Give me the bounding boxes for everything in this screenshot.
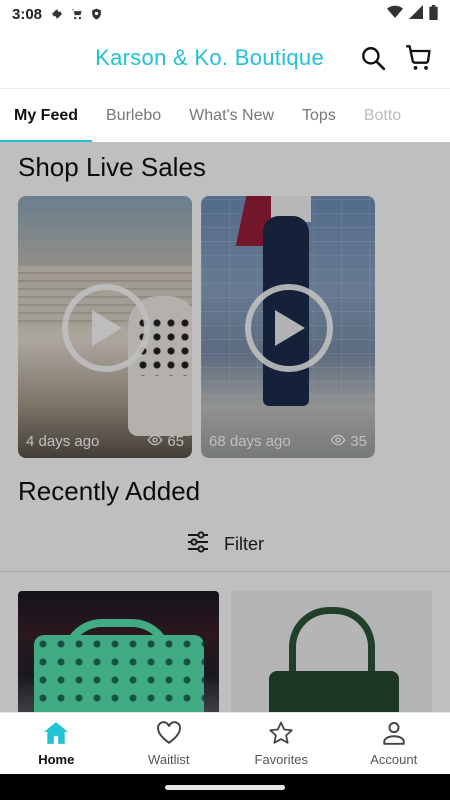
live-video-card[interactable]: 68 days ago 35: [201, 196, 375, 458]
signal-icon: [409, 5, 423, 23]
cart-icon: [70, 7, 84, 21]
heart-icon: [156, 720, 182, 748]
product-card[interactable]: [18, 591, 219, 712]
eye-icon: [330, 433, 346, 450]
status-bar: 3:08: [0, 0, 450, 28]
filter-button[interactable]: Filter: [0, 518, 450, 572]
category-tabs: My Feed Burlebo What's New Tops Botto: [0, 88, 450, 142]
nav-favorites-label: Favorites: [254, 751, 308, 767]
live-sales-title: Shop Live Sales: [18, 152, 206, 182]
tab-bottoms[interactable]: Botto: [350, 89, 415, 142]
play-icon[interactable]: [62, 284, 150, 372]
system-nav-bar: [0, 774, 450, 800]
shield-icon: [90, 7, 103, 21]
tab-my-feed[interactable]: My Feed: [0, 89, 93, 142]
home-icon: [43, 721, 69, 748]
video-meta: 68 days ago 35: [209, 433, 367, 450]
status-time: 3:08: [12, 5, 43, 23]
filter-icon: [186, 531, 210, 558]
tab-whats-new[interactable]: What's New: [175, 89, 288, 142]
filter-label: Filter: [224, 534, 264, 554]
battery-icon: [429, 4, 438, 24]
live-video-list: 4 days ago 65 68 days ago 35: [18, 196, 375, 458]
video-view-count: 35: [350, 433, 367, 450]
video-meta: 4 days ago 65: [26, 433, 184, 450]
recently-added-title: Recently Added: [18, 476, 201, 506]
gear-icon: [50, 7, 64, 21]
brand-title[interactable]: Karson & Ko. Boutique: [95, 45, 324, 71]
video-views: 65: [147, 433, 184, 450]
live-video-card[interactable]: 4 days ago 65: [18, 196, 192, 458]
nav-waitlist-label: Waitlist: [148, 751, 190, 767]
product-card[interactable]: [231, 591, 432, 712]
nav-home[interactable]: Home: [0, 713, 113, 774]
video-age: 68 days ago: [209, 433, 291, 450]
video-views: 35: [330, 433, 367, 450]
bottom-navigation: Home Waitlist Favorites Account: [0, 712, 450, 774]
star-icon: [268, 721, 294, 748]
nav-account-label: Account: [370, 751, 418, 767]
product-image-bag: [34, 635, 204, 712]
nav-home-label: Home: [38, 751, 75, 767]
cart-icon[interactable]: [402, 41, 436, 75]
home-gesture-handle[interactable]: [165, 784, 285, 790]
product-grid: [18, 591, 432, 712]
video-age: 4 days ago: [26, 433, 100, 450]
play-icon[interactable]: [245, 284, 333, 372]
nav-account[interactable]: Account: [338, 713, 450, 774]
main-content[interactable]: Shop Live Sales 4 days ago 65 68 days ag…: [0, 142, 450, 712]
wifi-icon: [387, 5, 403, 23]
app-bar: Karson & Ko. Boutique: [0, 28, 450, 88]
tab-tops[interactable]: Tops: [288, 89, 350, 142]
search-icon[interactable]: [356, 41, 390, 75]
account-icon: [381, 721, 407, 748]
nav-favorites[interactable]: Favorites: [225, 713, 338, 774]
nav-waitlist[interactable]: Waitlist: [113, 713, 226, 774]
tab-burlebo[interactable]: Burlebo: [92, 89, 175, 142]
video-view-count: 65: [167, 433, 184, 450]
eye-icon: [147, 433, 163, 450]
product-image-bag: [269, 671, 399, 712]
